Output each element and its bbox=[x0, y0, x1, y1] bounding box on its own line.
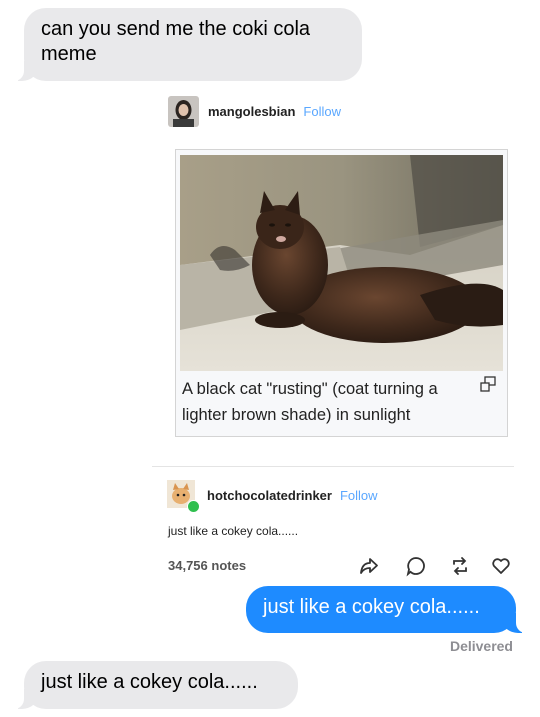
message-text: can you send me the coki cola meme bbox=[41, 18, 311, 65]
username[interactable]: mangolesbian bbox=[208, 104, 295, 119]
message-text: just like a cokey cola...... bbox=[263, 596, 480, 618]
avatar bbox=[168, 96, 199, 127]
share-icon[interactable] bbox=[358, 555, 380, 577]
cat-photo bbox=[180, 155, 503, 371]
post-header-reblog: hotchocolatedrinker Follow bbox=[167, 480, 378, 513]
avatar bbox=[167, 480, 200, 513]
message-text: just like a cokey cola...... bbox=[41, 671, 258, 693]
divider bbox=[152, 466, 514, 467]
expand-icon[interactable] bbox=[479, 375, 497, 393]
username[interactable]: hotchocolatedrinker bbox=[207, 488, 332, 503]
reply-icon[interactable] bbox=[405, 555, 427, 577]
image-figure: A black cat "rusting" (coat turning a li… bbox=[175, 149, 508, 437]
reblog-badge-icon bbox=[187, 500, 200, 513]
follow-button[interactable]: Follow bbox=[303, 104, 341, 119]
follow-button[interactable]: Follow bbox=[340, 488, 378, 503]
post-header-original: mangolesbian Follow bbox=[168, 96, 341, 127]
delivery-status: Delivered bbox=[449, 638, 513, 654]
image-caption: A black cat "rusting" (coat turning a li… bbox=[182, 380, 438, 424]
outgoing-message-bubble: just like a cokey cola...... bbox=[246, 586, 540, 633]
reblog-text: just like a cokey cola...... bbox=[168, 524, 299, 538]
notes-count[interactable]: 34,756 notes bbox=[168, 558, 246, 573]
like-icon[interactable] bbox=[490, 555, 512, 577]
incoming-message-bubble: can you send me the coki cola meme bbox=[0, 8, 362, 81]
incoming-message-bubble: just like a cokey cola...... bbox=[0, 661, 298, 709]
reblog-icon[interactable] bbox=[449, 555, 471, 577]
